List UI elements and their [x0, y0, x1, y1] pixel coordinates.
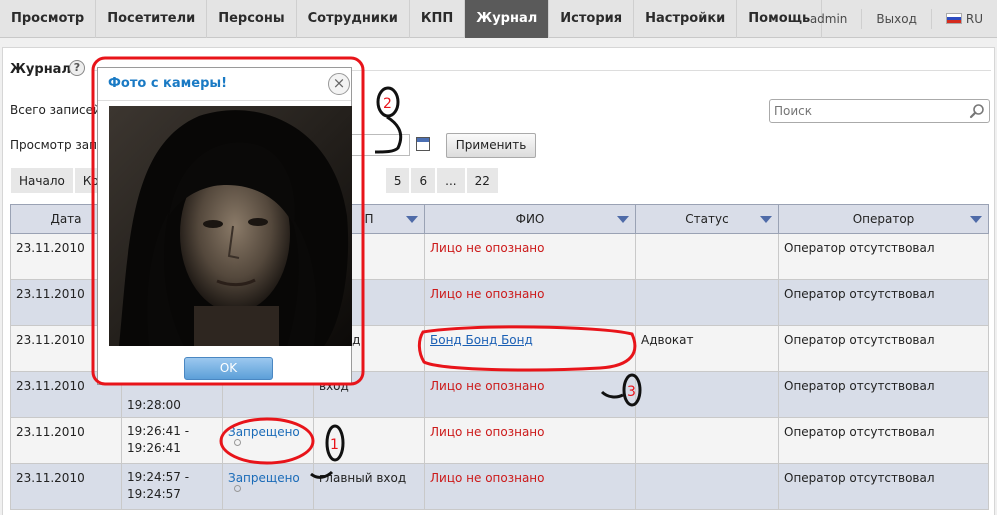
ok-button[interactable]: OK: [184, 357, 273, 380]
nav-item-employees[interactable]: Сотрудники: [297, 0, 410, 38]
nav-user-area: admin Выход RU: [796, 0, 997, 38]
nav-item-settings[interactable]: Настройки: [634, 0, 738, 38]
page-ellipsis: ...: [436, 167, 466, 194]
logout-link[interactable]: Выход: [861, 9, 930, 29]
cell-time: 19:26:41 - 19:26:41: [121, 417, 223, 464]
cell-operator: Оператор отсутствовал: [778, 233, 989, 280]
top-nav: Просмотр Посетители Персоны Сотрудники К…: [0, 0, 997, 38]
page-22[interactable]: 22: [465, 167, 499, 194]
cell-status: [635, 279, 779, 326]
cell-fio: Лицо не опознано: [424, 417, 636, 464]
view-records-label: Просмотр запи: [10, 138, 105, 152]
event-link[interactable]: Запрещено: [228, 425, 300, 439]
sort-arrow-icon[interactable]: [970, 216, 982, 223]
table-row[interactable]: 23.11.2010 19:24:57 - 19:24:57 Запрещено…: [10, 463, 989, 510]
camera-photo: [109, 106, 352, 346]
search-icon[interactable]: [969, 103, 985, 119]
sort-arrow-icon[interactable]: [617, 216, 629, 223]
search-box: [769, 99, 990, 123]
language-switch[interactable]: RU: [930, 9, 997, 29]
nav-item-kpp[interactable]: КПП: [410, 0, 466, 38]
page-5[interactable]: 5: [384, 167, 411, 194]
cell-status: [635, 371, 779, 418]
col-header-status-label: Статус: [685, 212, 729, 226]
person-link[interactable]: Бонд Бонд Бонд: [430, 333, 533, 347]
language-label: RU: [965, 12, 983, 26]
dialog-title: Фото с камеры!: [108, 76, 228, 91]
cell-date: 23.11.2010: [10, 417, 122, 464]
sort-arrow-icon[interactable]: [760, 216, 772, 223]
cell-fio: Лицо не опознано: [424, 463, 636, 510]
total-records-label: Всего записей: [10, 103, 101, 117]
cell-fio: Лицо не опознано: [424, 233, 636, 280]
user-name[interactable]: admin: [796, 9, 862, 29]
help-icon[interactable]: ?: [69, 60, 85, 76]
cell-fio: Лицо не опознано: [424, 371, 636, 418]
col-header-kpp-label: П: [364, 212, 374, 226]
russian-flag-icon: [945, 13, 962, 24]
cell-fio: Бонд Бонд Бонд: [424, 325, 636, 372]
col-header-date-label: Дата: [50, 212, 82, 226]
cell-status: [635, 417, 779, 464]
apply-button[interactable]: Применить: [446, 133, 536, 158]
cell-kpp: главный вход: [313, 463, 425, 510]
cell-time: 19:24:57 - 19:24:57: [121, 463, 223, 510]
event-link[interactable]: Запрещено: [228, 471, 300, 485]
cell-operator: Оператор отсутствовал: [778, 463, 989, 510]
nav-item-visitors[interactable]: Посетители: [96, 0, 208, 38]
page-title: Журнал: [10, 62, 71, 77]
search-input[interactable]: [774, 100, 964, 122]
camera-photo-dialog: Фото с камеры! × OK: [97, 67, 352, 385]
table-row[interactable]: 23.11.2010 19:26:41 - 19:26:41 Запрещено…: [10, 417, 989, 464]
page-first[interactable]: Начало: [10, 167, 74, 194]
cell-event: Запрещено: [222, 417, 314, 464]
cell-date: 23.11.2010: [10, 463, 122, 510]
nav-item-view[interactable]: Просмотр: [0, 0, 97, 38]
col-header-operator-label: Оператор: [852, 212, 915, 226]
col-header-fio[interactable]: ФИО: [424, 204, 636, 234]
face-photo-image: [109, 106, 352, 346]
nav-item-persons[interactable]: Персоны: [207, 0, 297, 38]
col-header-status[interactable]: Статус: [635, 204, 779, 234]
cell-operator: Оператор отсутствовал: [778, 371, 989, 418]
col-header-operator[interactable]: Оператор: [778, 204, 989, 234]
photo-magnifier-icon[interactable]: [234, 485, 241, 492]
cell-status: [635, 233, 779, 280]
col-header-fio-label: ФИО: [515, 212, 545, 226]
sort-arrow-icon[interactable]: [406, 216, 418, 223]
cell-operator: Оператор отсутствовал: [778, 279, 989, 326]
photo-magnifier-icon[interactable]: [234, 439, 241, 446]
cell-fio: Лицо не опознано: [424, 279, 636, 326]
cell-status: [635, 463, 779, 510]
cell-status: Адвокат: [635, 325, 779, 372]
cell-kpp: [313, 417, 425, 464]
close-icon[interactable]: ×: [328, 73, 350, 95]
cell-event: Запрещено: [222, 463, 314, 510]
nav-item-journal[interactable]: Журнал: [465, 0, 550, 38]
nav-item-history[interactable]: История: [549, 0, 635, 38]
page-6[interactable]: 6: [410, 167, 437, 194]
cell-operator: Оператор отсутствовал: [778, 325, 989, 372]
calendar-icon[interactable]: [416, 137, 430, 151]
date-input[interactable]: [350, 134, 410, 156]
cell-operator: Оператор отсутствовал: [778, 417, 989, 464]
